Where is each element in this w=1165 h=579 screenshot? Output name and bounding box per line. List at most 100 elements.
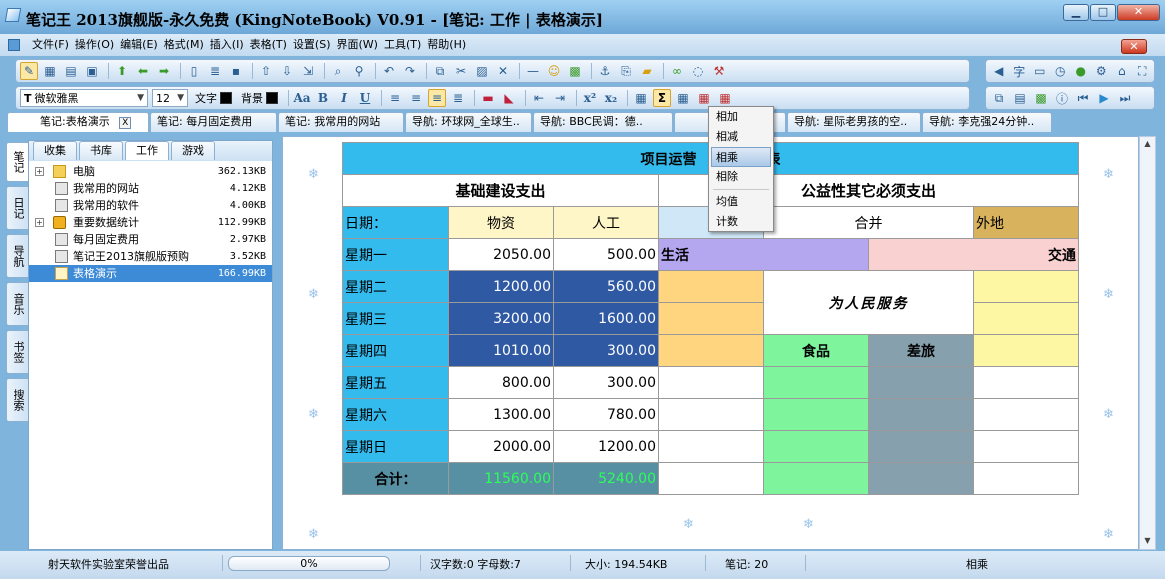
table-cell[interactable] (868, 430, 974, 463)
menu-help[interactable]: 帮助(H) (427, 37, 472, 53)
undo-icon[interactable]: ↶ (380, 62, 398, 80)
move-down-icon[interactable]: ⇩ (278, 62, 296, 80)
table-cell[interactable] (973, 334, 1079, 367)
table-cell[interactable] (658, 430, 764, 463)
tree-item[interactable]: 笔记王2013旗舰版预购 3.52KB (29, 248, 272, 265)
cell-goods[interactable]: 1300.00 (448, 398, 554, 431)
subscript-icon[interactable]: x₂ (602, 89, 620, 107)
scroll-up-icon[interactable]: ▲ (1142, 139, 1153, 150)
menu-edit[interactable]: 编辑(E) (120, 37, 164, 53)
row-day[interactable]: 星期六 (342, 398, 449, 431)
image-icon[interactable]: ▩ (566, 62, 584, 80)
scroll-down-icon[interactable]: ▼ (1142, 536, 1153, 547)
table-cell[interactable] (973, 366, 1079, 399)
gear-icon[interactable]: ⚙ (1093, 62, 1111, 80)
font-case-button[interactable]: Aa (293, 89, 311, 107)
row-day[interactable]: 星期一 (342, 238, 449, 271)
table-cell[interactable] (973, 398, 1079, 431)
bg-color-swatch[interactable] (266, 92, 278, 104)
table-cell[interactable] (973, 462, 1079, 495)
col-labor-header[interactable]: 人工 (553, 206, 659, 239)
sum-icon[interactable]: Σ (653, 89, 671, 107)
table-merge-icon[interactable]: ▦ (716, 89, 734, 107)
table-cell[interactable] (973, 302, 1079, 335)
table-cell[interactable] (763, 462, 869, 495)
cut-icon[interactable]: ✂ (452, 62, 470, 80)
menu-table[interactable]: 表格(T) (250, 37, 293, 53)
tree-item[interactable]: + 重要数据统计 112.99KB (29, 214, 272, 231)
info-icon[interactable]: ⓘ (1053, 89, 1071, 107)
cell-labor[interactable]: 300.00 (553, 366, 659, 399)
cell-goods[interactable]: 1200.00 (448, 270, 554, 303)
col-merge-header[interactable]: 合并 (763, 206, 974, 239)
menu-item-multiply[interactable]: 相乘 (711, 147, 771, 167)
play-icon[interactable]: ▶ (1095, 89, 1113, 107)
superscript-icon[interactable]: x² (581, 89, 599, 107)
cell-labor[interactable]: 500.00 (553, 238, 659, 271)
paste-icon[interactable]: ▨ (473, 62, 491, 80)
menu-insert[interactable]: 插入(I) (210, 37, 250, 53)
maximize-button[interactable]: □ (1090, 4, 1116, 21)
cell-goods[interactable]: 800.00 (448, 366, 554, 399)
tab-library[interactable]: 书库 (79, 141, 123, 160)
menu-item-count[interactable]: 计数 (709, 212, 773, 232)
row-day[interactable]: 星期三 (342, 302, 449, 335)
copy-icon[interactable]: ⧉ (431, 62, 449, 80)
keyboard-icon[interactable]: ▭ (1031, 62, 1049, 80)
total-label[interactable]: 合计： (342, 462, 449, 495)
vertical-scrollbar[interactable]: ▲ ▼ (1139, 136, 1156, 550)
first-page-icon[interactable]: ⏮ (1074, 89, 1092, 107)
new-doc-icon[interactable]: ▯ (185, 62, 203, 80)
globe-icon[interactable]: ● (1072, 62, 1090, 80)
doc-tab-table-demo[interactable]: 笔记:表格演示 X (7, 112, 149, 132)
window-icon[interactable]: ▣ (83, 62, 101, 80)
menu-interface[interactable]: 界面(W) (337, 37, 384, 53)
cell-goods[interactable]: 2000.00 (448, 430, 554, 463)
tree-item[interactable]: 每月固定费用 2.97KB (29, 231, 272, 248)
link-icon[interactable]: ∞ (668, 62, 686, 80)
date-header[interactable]: 日期： (342, 206, 449, 239)
side-tab-search[interactable]: 搜索 (6, 378, 28, 422)
arrow-up-icon[interactable]: ⬆ (113, 62, 131, 80)
tree-item[interactable]: 我常用的网站 4.12KB (29, 180, 272, 197)
row-day[interactable]: 星期五 (342, 366, 449, 399)
volume-icon[interactable]: ◀ (990, 62, 1008, 80)
dictionary-icon[interactable]: 字 (1011, 62, 1029, 80)
doc-tab[interactable]: 导航: 李克强24分钟.. (922, 112, 1052, 132)
eraser-icon[interactable]: ◣ (500, 89, 518, 107)
tile-icon[interactable]: ⧉ (990, 89, 1008, 107)
cell-labor[interactable]: 300.00 (553, 334, 659, 367)
cat-food-cell[interactable]: 食品 (763, 334, 869, 367)
save-icon[interactable]: ▪ (227, 62, 245, 80)
calligraphy-cell[interactable]: 为人民服务 (763, 270, 974, 335)
tab-work[interactable]: 工作 (125, 141, 169, 160)
fullscreen-icon[interactable]: ⛶ (1134, 62, 1152, 80)
cell-goods[interactable]: 1010.00 (448, 334, 554, 367)
table-icon[interactable]: ▦ (632, 89, 650, 107)
align-right-icon[interactable]: ≡ (428, 89, 446, 107)
menu-file[interactable]: 文件(F) (32, 37, 75, 53)
table-cell[interactable] (973, 430, 1079, 463)
col-goods-header[interactable]: 物资 (448, 206, 554, 239)
horizontal-line-icon[interactable]: — (524, 62, 542, 80)
row-day[interactable]: 星期四 (342, 334, 449, 367)
total-labor[interactable]: 5240.00 (553, 462, 659, 495)
note-icon[interactable]: ▰ (638, 62, 656, 80)
cat-transport-cell[interactable]: 交通 (868, 238, 1079, 271)
menu-format[interactable]: 格式(M) (164, 37, 210, 53)
list-icon[interactable]: ≣ (206, 62, 224, 80)
doc-tab[interactable]: 笔记: 每月固定费用 (150, 112, 277, 132)
menu-item-divide[interactable]: 相除 (709, 167, 773, 187)
pen-icon[interactable]: ✎ (20, 62, 38, 80)
cat-travel-cell[interactable]: 差旅 (868, 334, 974, 367)
close-button[interactable]: ✕ (1117, 4, 1160, 21)
comment-icon[interactable]: ◌ (689, 62, 707, 80)
justify-icon[interactable]: ≣ (449, 89, 467, 107)
doc-tab[interactable]: 导航: 星际老男孩的空.. (787, 112, 921, 132)
table-cell[interactable] (868, 398, 974, 431)
cell-goods[interactable]: 2050.00 (448, 238, 554, 271)
menu-tools[interactable]: 工具(T) (384, 37, 427, 53)
table-cell[interactable] (763, 430, 869, 463)
table-cell[interactable] (868, 462, 974, 495)
tools-icon[interactable]: ⚒ (710, 62, 728, 80)
